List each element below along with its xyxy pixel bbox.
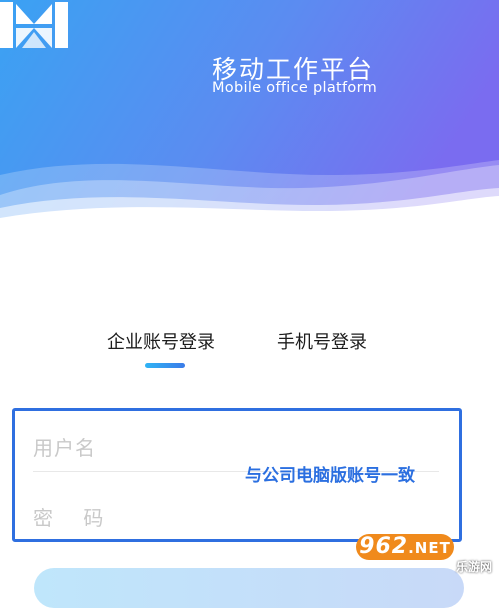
watermark-subtitle: 乐游网 [456,560,493,574]
watermark-badge-text: 962 [359,534,409,559]
site-watermark: 962.NET 乐游网 [356,532,496,577]
watermark-badge: 962.NET [356,534,454,560]
tab-phone-login[interactable]: 手机号登录 [277,328,367,354]
app-logo-icon [0,2,68,48]
login-form-highlight: 与公司电脑版账号一致 [12,408,462,543]
account-note-annotation: 与公司电脑版账号一致 [245,466,415,486]
active-tab-indicator [145,363,185,368]
header-banner: 移动工作平台 Mobile office platform [0,0,499,240]
header-background [0,0,499,240]
watermark-badge-suffix: .NET [408,539,451,557]
tab-enterprise-login[interactable]: 企业账号登录 [107,328,215,354]
login-tabs: 企业账号登录 手机号登录 [0,328,499,378]
app-subtitle: Mobile office platform [212,80,377,96]
